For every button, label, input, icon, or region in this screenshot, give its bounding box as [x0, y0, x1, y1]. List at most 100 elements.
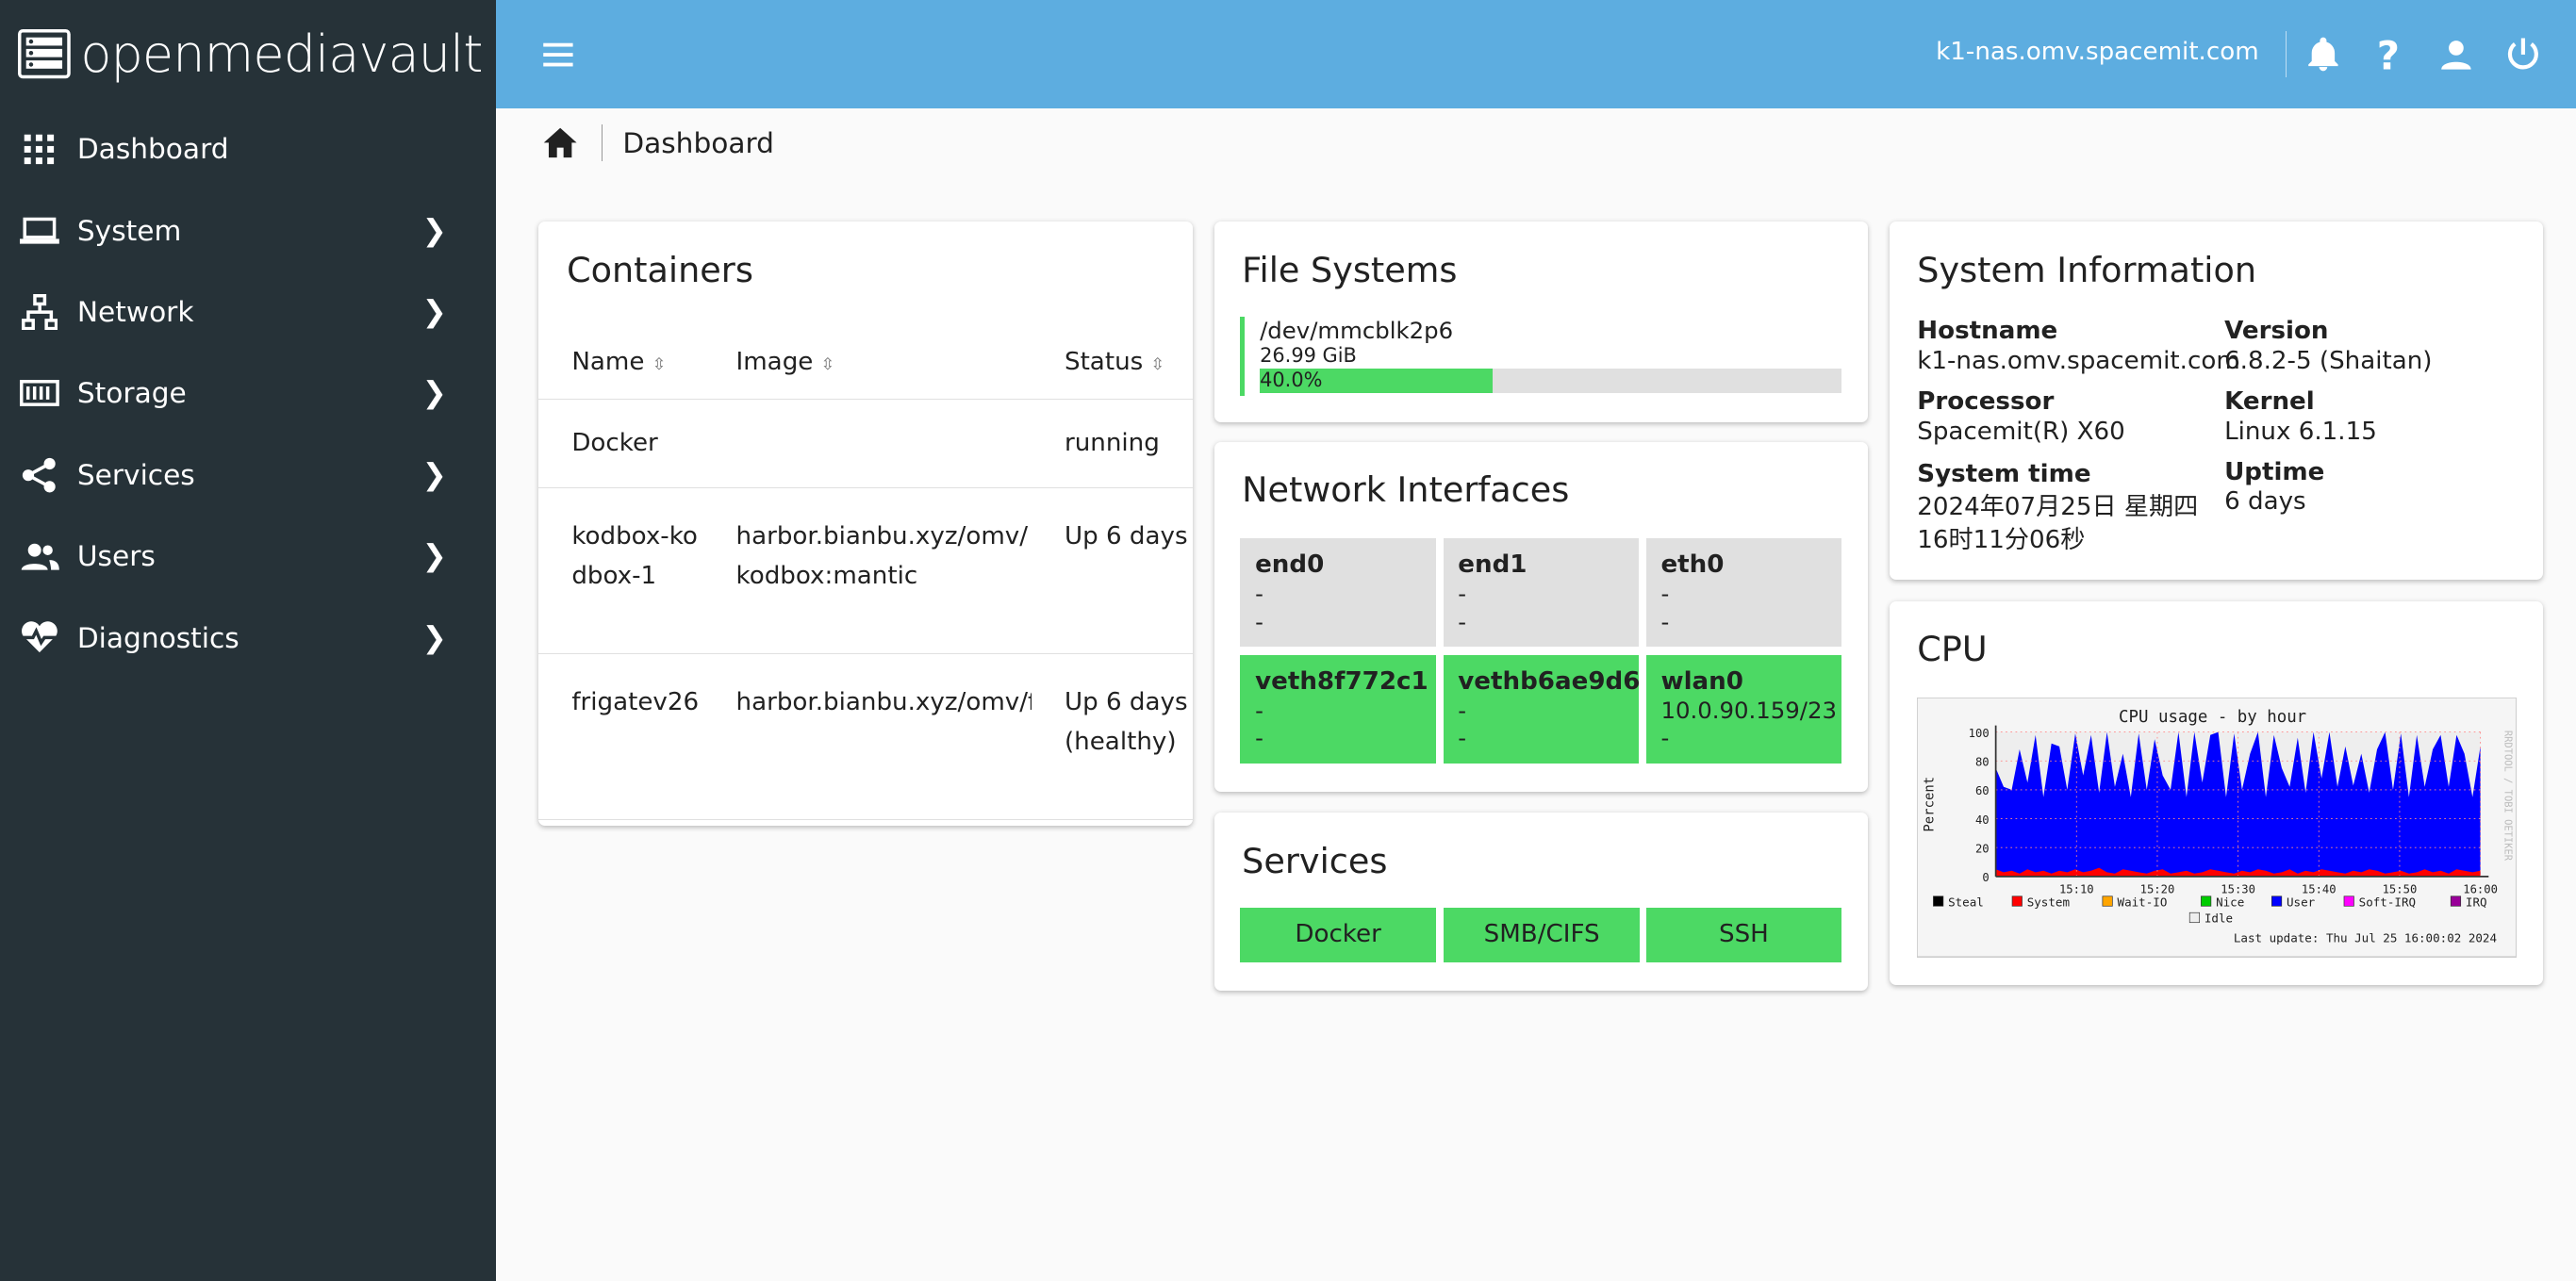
- home-icon[interactable]: [542, 126, 578, 159]
- chevron-right-icon: ❯: [421, 376, 447, 411]
- filesystems-card: File Systems /dev/mmcblk2p6 26.99 GiB 40…: [1214, 222, 1868, 422]
- legend-swatch: [1933, 895, 1944, 908]
- card-title: Services: [1242, 841, 1388, 882]
- network-interface-tile[interactable]: veth8f772c1- -: [1240, 655, 1436, 764]
- legend-swatch: [2011, 895, 2023, 908]
- divider: [601, 124, 603, 161]
- user-icon[interactable]: [2436, 35, 2476, 74]
- sidebar-item-services[interactable]: Services ❯: [0, 435, 496, 516]
- legend-label: Nice: [2216, 895, 2244, 910]
- y-tick-label: 60: [1975, 785, 1990, 798]
- legend-label: Steal: [1948, 895, 1984, 910]
- card-title: System Information: [1917, 249, 2257, 290]
- version-info: Version 6.8.2-5 (Shaitan): [2224, 317, 2433, 375]
- table-row[interactable]: frigatev26harbor.bianbu.xyz/omv/frigateU…: [538, 653, 1193, 820]
- sidebar-item-users[interactable]: Users ❯: [0, 516, 496, 597]
- service-smb[interactable]: SMB/CIFS: [1444, 908, 1640, 962]
- interface-name: end0: [1255, 550, 1325, 580]
- usage-bar: 40.0%: [1260, 368, 1842, 394]
- y-tick-label: 80: [1975, 756, 1990, 769]
- interface-name: end1: [1458, 550, 1527, 580]
- storage-icon: [19, 374, 59, 414]
- services-card: Services Docker SMB/CIFS SSH: [1214, 813, 1868, 991]
- legend-swatch: [2343, 895, 2355, 908]
- share-icon: [20, 455, 59, 495]
- legend-label: Idle: [2204, 911, 2233, 926]
- card-title: CPU: [1917, 629, 1988, 670]
- logo-text: openmediavault: [80, 25, 483, 85]
- sidebar-item-network[interactable]: Network ❯: [0, 271, 496, 353]
- interface-name: veth8f772c1: [1255, 667, 1428, 697]
- sidebar-item-label: System: [76, 214, 182, 247]
- sort-icon: ⇳: [820, 354, 835, 374]
- y-tick-label: 20: [1975, 843, 1990, 856]
- network-interface-tile[interactable]: vethb6ae9d6- -: [1443, 655, 1640, 764]
- column-header-image[interactable]: Image ⇳: [702, 324, 1032, 400]
- top-bar: k1-nas.omv.spacemit.com ?: [496, 0, 2576, 108]
- time-info: System time 2024年07月25日 星期四 16时11分06秒: [1917, 460, 2199, 554]
- sidebar-item-label: Users: [76, 540, 156, 573]
- sidebar-item-label: Storage: [76, 377, 187, 410]
- legend-swatch: [2201, 895, 2212, 908]
- sidebar-item-storage[interactable]: Storage ❯: [0, 353, 496, 434]
- network-interface-tile[interactable]: end0- -: [1240, 538, 1436, 648]
- sidebar-item-diagnostics[interactable]: Diagnostics ❯: [0, 597, 496, 678]
- legend-swatch: [2189, 912, 2201, 924]
- sysinfo-card: System Information Hostname k1-nas.omv.sp…: [1889, 222, 2544, 581]
- network-interface-tile[interactable]: end1- -: [1443, 538, 1639, 648]
- logo[interactable]: openmediavault: [18, 25, 483, 85]
- x-tick-label: 15:20: [2140, 883, 2175, 896]
- breadcrumb-current: Dashboard: [622, 126, 774, 159]
- legend-label: Wait-IO: [2118, 895, 2168, 910]
- chevron-right-icon: ❯: [421, 295, 447, 329]
- sidebar-item-label: Dashboard: [76, 133, 229, 166]
- sidebar-nav: Dashboard System ❯ Network ❯ Storage ❯ Serv…: [0, 108, 496, 679]
- sidebar-item-system[interactable]: System ❯: [0, 189, 496, 271]
- legend-label: System: [2027, 895, 2070, 910]
- server-icon: [18, 29, 71, 79]
- y-axis-label: Percent: [1923, 777, 1938, 832]
- card-title: Containers: [567, 249, 753, 290]
- sidebar-item-dashboard[interactable]: Dashboard: [0, 108, 496, 189]
- card-title: Network Interfaces: [1242, 469, 1570, 511]
- legend-swatch: [2102, 895, 2113, 908]
- interface-name: wlan0: [1660, 667, 1743, 697]
- x-tick-label: 16:00: [2464, 883, 2499, 896]
- sort-icon: ⇳: [1150, 354, 1165, 374]
- containers-card: Containers Name ⇳ Image ⇳ Status ⇳ Docke…: [538, 222, 1193, 827]
- column-header-name[interactable]: Name ⇳: [538, 324, 703, 400]
- heartbeat-icon: [20, 618, 59, 658]
- last-update: Last update: Thu Jul 25 16:00:02 2024: [2234, 931, 2497, 945]
- menu-icon[interactable]: [538, 35, 578, 74]
- x-tick-label: 15:10: [2059, 883, 2094, 896]
- legend-label: User: [2287, 895, 2316, 910]
- filesystem-item[interactable]: /dev/mmcblk2p6 26.99 GiB 40.0%: [1240, 317, 1842, 396]
- help-icon[interactable]: ?: [2369, 35, 2408, 74]
- divider: [2285, 31, 2287, 77]
- power-icon[interactable]: [2503, 35, 2543, 74]
- users-icon: [20, 536, 59, 576]
- network-interface-tile[interactable]: eth0- -: [1645, 538, 1842, 648]
- table-row[interactable]: Docker running: [538, 399, 1193, 488]
- network-interface-tile[interactable]: wlan0 10.0.90.159/23-: [1645, 655, 1842, 764]
- watermark: RRDTOOL / TOBI OETIKER: [2502, 731, 2514, 862]
- chevron-right-icon: ❯: [421, 457, 447, 492]
- hostname-info: Hostname k1-nas.omv.spacemit.com: [1917, 317, 2240, 375]
- sidebar: openmediavault Dashboard System ❯ Network…: [0, 0, 497, 1281]
- legend-swatch: [2451, 895, 2462, 908]
- column-header-status[interactable]: Status ⇳: [1032, 324, 1193, 400]
- bell-icon[interactable]: [2304, 35, 2343, 74]
- table-row[interactable]: kodbox-kodbox-1 harbor.bianbu.xyz/omv/kod…: [538, 487, 1193, 654]
- y-tick-label: 0: [1983, 872, 1990, 885]
- interface-name: eth0: [1660, 550, 1725, 580]
- kernel-info: Kernel Linux 6.1.15: [2224, 387, 2377, 446]
- service-ssh[interactable]: SSH: [1645, 908, 1842, 962]
- grid-icon: [20, 129, 59, 169]
- sidebar-item-label: Diagnostics: [76, 621, 239, 654]
- laptop-icon: [19, 211, 59, 251]
- network-card: Network Interfaces end0- - end1- - eth0- - vet…: [1214, 441, 1868, 792]
- chart-title: CPU usage - by hour: [2119, 709, 2306, 728]
- service-docker[interactable]: Docker: [1240, 908, 1436, 962]
- cpu-card: CPU CPU usage - by hour Percent RRDTOOL / …: [1889, 600, 2544, 986]
- legend-label: IRQ: [2466, 895, 2487, 910]
